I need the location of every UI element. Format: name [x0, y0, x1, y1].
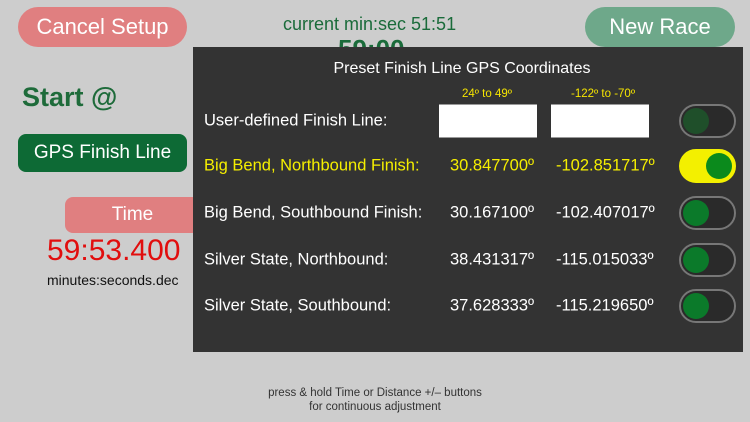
toggle-knob: [683, 293, 709, 319]
new-race-button[interactable]: New Race: [585, 7, 735, 47]
current-time-readout: current min:sec 51:51: [283, 14, 457, 34]
latitude-value: 38.431317º: [450, 250, 535, 269]
hint-line-2: for continuous adjustment: [309, 401, 441, 413]
toggle-knob: [683, 200, 709, 226]
finish-line-row-silver-state-southbound: Silver State, Southbound: 37.628333º -11…: [193, 286, 743, 326]
longitude-range-hint: -122º to -70º: [571, 88, 636, 100]
row-label: Big Bend, Southbound Finish:: [204, 203, 423, 222]
finish-line-row-big-bend-northbound: Big Bend, Northbound Finish: 30.847700º …: [193, 146, 743, 186]
finish-line-row-silver-state-northbound: Silver State, Northbound: 38.431317º -11…: [193, 240, 743, 280]
adjustment-hint: press & hold Time or Distance +/– button…: [0, 386, 750, 414]
row-label: Silver State, Northbound:: [204, 250, 389, 269]
hint-line-1: press & hold Time or Distance +/– button…: [268, 387, 482, 399]
longitude-value: -102.407017º: [556, 203, 655, 222]
latitude-value: 30.167100º: [450, 203, 535, 222]
start-at-label: Start @: [22, 82, 118, 112]
use-finish-line-toggle[interactable]: [679, 196, 736, 230]
time-button[interactable]: Time: [65, 197, 200, 233]
latitude-range-hint: 24º to 49º: [462, 88, 512, 100]
finish-line-row-big-bend-southbound: Big Bend, Southbound Finish: 30.167100º …: [193, 193, 743, 233]
use-finish-line-toggle[interactable]: [679, 104, 736, 138]
longitude-input[interactable]: [551, 104, 649, 138]
latitude-value: 37.628333º: [450, 296, 535, 315]
start-time-value: 59:53.400: [47, 234, 181, 267]
row-label: Silver State, Southbound:: [204, 296, 392, 315]
popover-title: Preset Finish Line GPS Coordinates: [333, 60, 591, 77]
finish-line-row-user-defined: User-defined Finish Line:: [193, 101, 743, 141]
preset-finish-line-popover: Preset Finish Line GPS Coordinates 24º t…: [193, 47, 743, 352]
latitude-input[interactable]: [439, 104, 537, 138]
latitude-value: 30.847700º: [450, 156, 535, 175]
toggle-knob: [683, 247, 709, 273]
longitude-value: -115.015033º: [556, 250, 654, 269]
longitude-value: -102.851717º: [556, 156, 655, 175]
toggle-knob: [683, 108, 709, 134]
time-units-caption: minutes:seconds.dec: [47, 272, 179, 288]
use-finish-line-toggle[interactable]: [679, 289, 736, 323]
use-finish-line-toggle[interactable]: [679, 243, 736, 277]
row-label: User-defined Finish Line:: [204, 111, 388, 130]
row-label: Big Bend, Northbound Finish:: [204, 156, 420, 175]
longitude-value: -115.219650º: [556, 296, 654, 315]
cancel-setup-button[interactable]: Cancel Setup: [18, 7, 187, 47]
use-finish-line-toggle[interactable]: [679, 149, 736, 183]
gps-finish-line-button[interactable]: GPS Finish Line: [18, 134, 187, 172]
toggle-knob: [706, 153, 732, 179]
